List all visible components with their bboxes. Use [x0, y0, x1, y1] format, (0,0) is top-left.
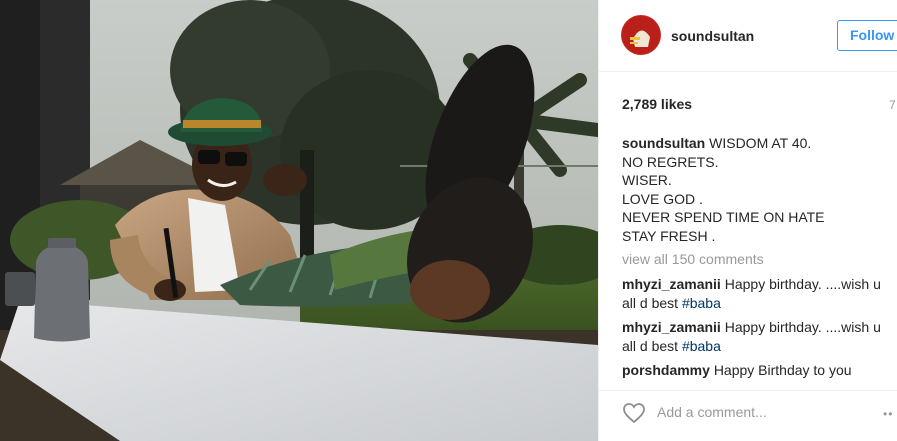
comment-item: mhyzi_zamanii Happy birthday. ....wish u… [622, 275, 890, 313]
post-side-panel: soundsultan Follow 2,789 likes 7 soundsu… [598, 0, 897, 441]
caption-author-link[interactable]: soundsultan [622, 135, 705, 151]
caption-line: NEVER SPEND TIME ON HATE [622, 209, 825, 225]
post-photo-illustration [0, 0, 598, 441]
post-header: soundsultan Follow [599, 0, 897, 72]
comment-item: porshdammy Happy Birthday to you [622, 361, 890, 380]
comment-bar: Add a comment... •• [599, 390, 897, 441]
comment-author-link[interactable]: mhyzi_zamanii [622, 319, 721, 335]
post-time[interactable]: 7 [889, 98, 896, 112]
likes-count[interactable]: 2,789 likes [622, 96, 692, 112]
heart-icon[interactable] [622, 402, 646, 424]
comment-item: mhyzi_zamanii Happy birthday. ....wish u… [622, 318, 890, 356]
add-comment-input[interactable]: Add a comment... [657, 404, 767, 420]
caption-line: WISER. [622, 172, 672, 188]
caption-line: LOVE GOD . [622, 190, 703, 207]
post-caption: soundsultan WISDOM AT 40. NO REGRETS. WI… [622, 134, 890, 245]
caption-line: NO REGRETS. [622, 153, 719, 170]
caption-line: STAY FRESH . [622, 227, 716, 244]
hashtag-link[interactable]: #baba [682, 338, 721, 354]
post-photo[interactable] [0, 0, 598, 441]
comment-text: Happy Birthday to you [713, 362, 852, 378]
caption-first-line: soundsultan WISDOM AT 40. [622, 134, 890, 153]
more-options-icon[interactable]: •• [883, 407, 893, 421]
comment-author-link[interactable]: mhyzi_zamanii [622, 276, 721, 292]
view-all-comments-link[interactable]: view all 150 comments [622, 251, 764, 267]
follow-button[interactable]: Follow [837, 20, 897, 51]
avatar-image [621, 15, 661, 55]
caption-line: WISDOM AT 40. [709, 135, 812, 151]
profile-avatar[interactable] [621, 15, 661, 55]
hashtag-link[interactable]: #baba [682, 295, 721, 311]
username-link[interactable]: soundsultan [671, 28, 754, 44]
comment-author-link[interactable]: porshdammy [622, 362, 710, 378]
